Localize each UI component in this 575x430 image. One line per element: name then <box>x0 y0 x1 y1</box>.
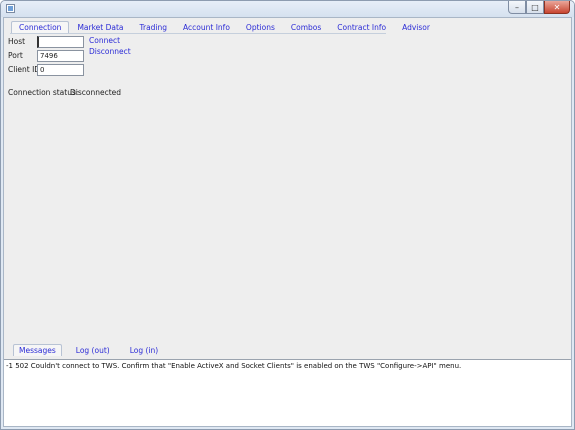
main-tabs: Connection Market Data Trading Account I… <box>11 21 438 33</box>
tab-log-in[interactable]: Log (in) <box>124 344 164 356</box>
tab-log-out[interactable]: Log (out) <box>70 344 116 356</box>
disconnect-button[interactable]: Disconnect <box>89 47 131 56</box>
host-field[interactable] <box>37 36 84 48</box>
main-panel: Connection Market Data Trading Account I… <box>3 17 572 427</box>
tab-trading[interactable]: Trading <box>132 21 176 33</box>
connect-button[interactable]: Connect <box>89 36 120 45</box>
client-id-label: Client ID <box>8 65 41 74</box>
bottom-tabs: Messages Log (out) Log (in) <box>13 344 172 356</box>
tab-connection[interactable]: Connection <box>11 21 70 33</box>
tab-advisor[interactable]: Advisor <box>394 21 438 33</box>
maximize-icon[interactable]: □ <box>526 1 544 14</box>
messages-log[interactable]: -1 502 Couldn't connect to TWS. Confirm … <box>4 359 571 426</box>
connection-status-label: Connection status: <box>8 88 79 97</box>
tab-combos[interactable]: Combos <box>283 21 329 33</box>
client-id-field[interactable]: 0 <box>37 64 84 76</box>
log-line: -1 502 Couldn't connect to TWS. Confirm … <box>6 362 462 370</box>
port-label: Port <box>8 51 23 60</box>
title-bar[interactable]: – □ ✕ <box>1 1 574 17</box>
close-icon[interactable]: ✕ <box>544 1 570 14</box>
tab-options[interactable]: Options <box>238 21 283 33</box>
window-controls: – □ ✕ <box>508 1 570 14</box>
tab-messages[interactable]: Messages <box>13 344 62 356</box>
minimize-icon[interactable]: – <box>508 1 526 14</box>
connection-status-value: Disconnected <box>70 88 122 97</box>
app-icon <box>6 4 15 13</box>
tab-market-data[interactable]: Market Data <box>69 21 131 33</box>
tab-account-info[interactable]: Account Info <box>175 21 238 33</box>
tab-contract-info[interactable]: Contract Info <box>329 21 394 33</box>
port-field[interactable]: 7496 <box>37 50 84 62</box>
app-window: – □ ✕ Connection Market Data Trading Acc… <box>0 0 575 430</box>
host-label: Host <box>8 37 26 46</box>
tab-divider <box>10 33 386 34</box>
